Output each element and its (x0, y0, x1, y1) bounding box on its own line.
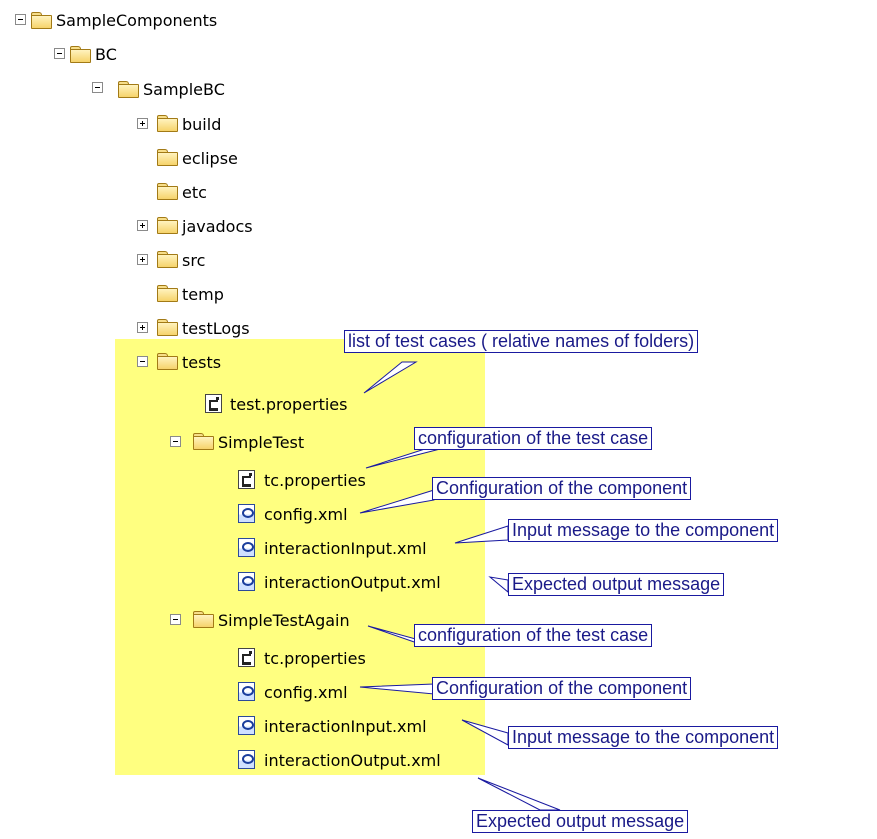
pointer-input-2 (461, 719, 509, 746)
callout-output: Expected output message (508, 573, 725, 596)
callout-test-list: list of test cases ( relative names of f… (344, 330, 699, 353)
pointer-tc-config-1 (365, 447, 445, 469)
pointer-input-1 (454, 525, 509, 544)
callout-tc-config: configuration of the test case (414, 427, 653, 450)
callout-comp-config: Configuration of the component (432, 677, 692, 700)
callout-comp-config: Configuration of the component (432, 477, 692, 500)
callout-input: Input message to the component (508, 519, 779, 542)
callout-output: Expected output message (472, 810, 689, 833)
callout-pointers (359, 361, 561, 811)
pointer-output-2 (477, 777, 561, 811)
callout-input: Input message to the component (508, 726, 779, 749)
pointer-comp-config-1 (359, 489, 435, 514)
pointer-comp-config-2 (359, 683, 435, 695)
pointer-output-1 (488, 576, 509, 594)
pointer-test-list (363, 361, 418, 394)
callout-tc-config: configuration of the test case (414, 624, 653, 647)
